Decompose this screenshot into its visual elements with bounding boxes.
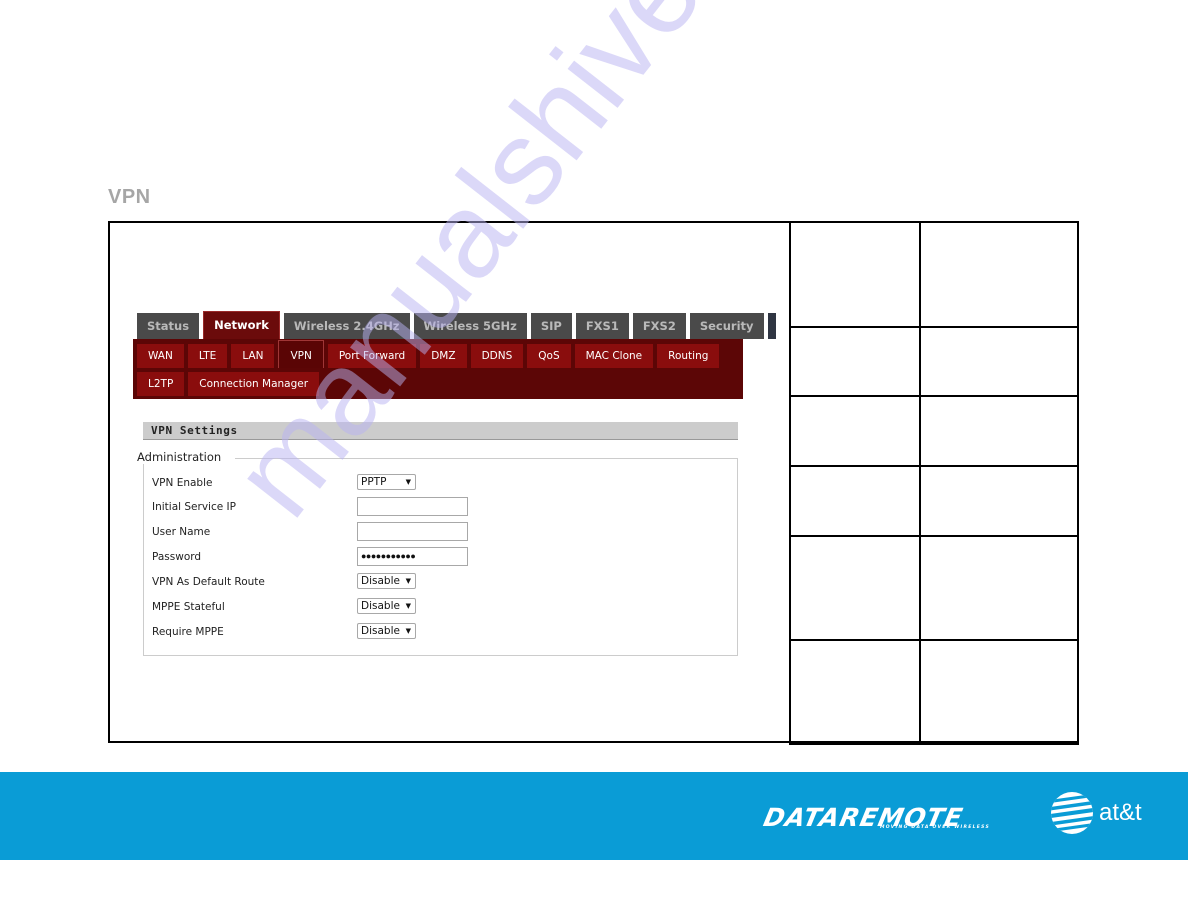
field-label: Require MPPE <box>152 626 224 638</box>
user-name-input[interactable] <box>357 522 468 541</box>
table-cell <box>919 465 1079 537</box>
dropdown-arrow-icon: ▼ <box>405 602 411 610</box>
sub-tab-bar: WAN LTE LAN VPN Port Forward DMZ DDNS Qo… <box>133 339 743 399</box>
field-label: User Name <box>152 526 211 538</box>
subtab-routing[interactable]: Routing <box>657 344 720 368</box>
dropdown-arrow-icon: ▼ <box>405 577 411 585</box>
subtab-l2tp[interactable]: L2TP <box>137 372 185 396</box>
panel-title: VPN Settings <box>143 422 738 440</box>
group-legend: Administration <box>135 450 236 464</box>
dataremote-tagline: MOVING DATA OVER WIRELESS <box>880 825 991 830</box>
require-mppe-select[interactable]: Disable ▼ <box>357 623 416 639</box>
field-label: VPN Enable <box>152 477 213 489</box>
table-cell <box>919 639 1079 745</box>
subtab-vpn[interactable]: VPN <box>278 340 324 368</box>
dropdown-arrow-icon: ▼ <box>405 627 411 635</box>
select-value: PPTP <box>361 476 387 488</box>
table-cell <box>919 395 1079 467</box>
user-name-row: User Name <box>152 522 472 543</box>
section-title: VPN <box>108 186 151 208</box>
table-row <box>789 395 1079 467</box>
table-cell <box>789 221 921 328</box>
subtab-lan[interactable]: LAN <box>231 344 275 368</box>
subtab-ddns[interactable]: DDNS <box>470 344 524 368</box>
table-cell <box>919 221 1079 328</box>
dropdown-arrow-icon: ▼ <box>405 478 411 486</box>
subtab-lte[interactable]: LTE <box>187 344 228 368</box>
table-cell <box>919 326 1079 397</box>
initial-service-ip-row: Initial Service IP <box>152 497 472 518</box>
table-row <box>789 326 1079 397</box>
select-value: Disable <box>361 600 400 612</box>
tab-wireless-5ghz[interactable]: Wireless 5GHz <box>413 313 527 339</box>
tab-sip[interactable]: SIP <box>530 313 572 339</box>
tab-overflow[interactable] <box>767 313 776 339</box>
table-row <box>789 221 1079 328</box>
tab-fxs2[interactable]: FXS2 <box>632 313 686 339</box>
subtab-port-forward[interactable]: Port Forward <box>327 344 417 368</box>
vpn-default-route-row: VPN As Default Route Disable ▼ <box>152 573 472 593</box>
field-label: Password <box>152 551 202 563</box>
description-table <box>789 221 1079 745</box>
tab-status[interactable]: Status <box>137 313 200 339</box>
password-input[interactable]: ●●●●●●●●●●● <box>357 547 468 566</box>
subtab-wan[interactable]: WAN <box>137 344 184 368</box>
vpn-enable-select[interactable]: PPTP ▼ <box>357 474 416 490</box>
table-row <box>789 639 1079 745</box>
table-cell <box>789 395 921 467</box>
table-row <box>789 465 1079 537</box>
mppe-stateful-row: MPPE Stateful Disable ▼ <box>152 598 472 618</box>
att-globe-icon <box>1051 792 1093 834</box>
tab-wireless-24ghz[interactable]: Wireless 2.4GHz <box>283 313 410 339</box>
password-row: Password ●●●●●●●●●●● <box>152 547 472 568</box>
require-mppe-row: Require MPPE Disable ▼ <box>152 623 472 643</box>
subtab-dmz[interactable]: DMZ <box>420 344 467 368</box>
table-cell <box>789 639 921 745</box>
vpn-default-route-select[interactable]: Disable ▼ <box>357 573 416 589</box>
main-tabs: Status Network Wireless 2.4GHz Wireless … <box>137 311 776 339</box>
tab-network[interactable]: Network <box>203 311 280 339</box>
att-logo-text: at&t <box>1099 799 1142 826</box>
table-cell <box>789 535 921 641</box>
subtab-connection-manager[interactable]: Connection Manager <box>188 372 320 396</box>
subtab-qos[interactable]: QoS <box>527 344 571 368</box>
mppe-stateful-select[interactable]: Disable ▼ <box>357 598 416 614</box>
tab-fxs1[interactable]: FXS1 <box>575 313 629 339</box>
select-value: Disable <box>361 575 400 587</box>
tab-security[interactable]: Security <box>689 313 764 339</box>
subtab-mac-clone[interactable]: MAC Clone <box>574 344 654 368</box>
table-cell <box>789 326 921 397</box>
table-row <box>789 535 1079 641</box>
initial-service-ip-input[interactable] <box>357 497 468 516</box>
field-label: Initial Service IP <box>152 501 236 513</box>
table-cell <box>789 465 921 537</box>
table-cell <box>919 535 1079 641</box>
field-label: VPN As Default Route <box>152 576 265 588</box>
field-label: MPPE Stateful <box>152 601 225 613</box>
footer-band <box>0 772 1188 860</box>
vpn-enable-row: VPN Enable PPTP ▼ <box>152 474 472 494</box>
select-value: Disable <box>361 625 400 637</box>
